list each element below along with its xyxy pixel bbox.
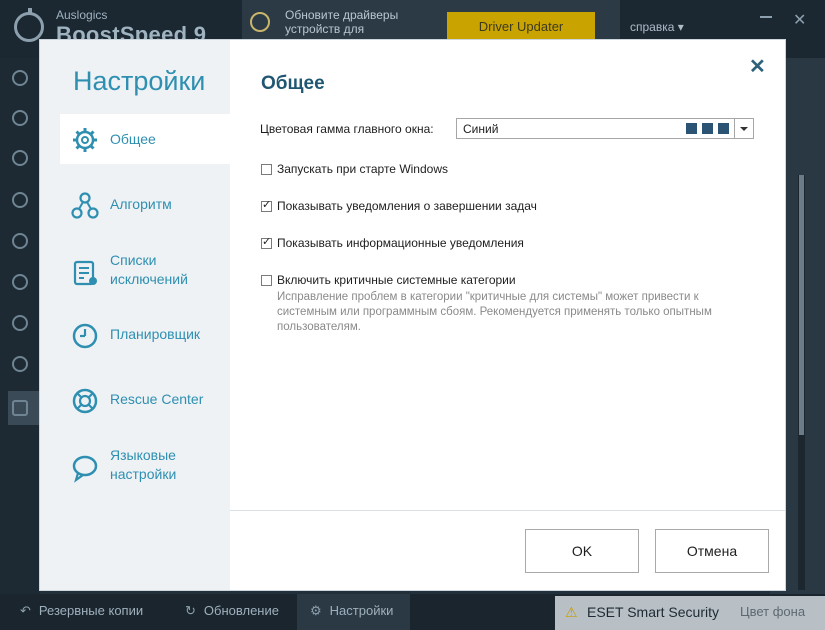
algorithm-icon	[71, 192, 99, 219]
info-notifications-label[interactable]: Показывать информационные уведомления	[277, 236, 524, 250]
background-scrollbar-thumb[interactable]	[799, 175, 804, 435]
driver-updater-button[interactable]: Driver Updater	[447, 12, 595, 42]
minimize-icon[interactable]	[760, 16, 772, 18]
rail-shield-icon[interactable]	[12, 150, 28, 166]
startup-checkbox-label[interactable]: Запускать при старте Windows	[277, 162, 448, 176]
eset-label: ESET Smart Security	[587, 604, 720, 620]
refresh-icon: ↻	[185, 603, 196, 618]
critical-categories-hint: Исправление проблем в категории "критичн…	[277, 291, 712, 333]
rail-loading-icon[interactable]	[12, 356, 28, 372]
backups-label: Резервные копии	[38, 603, 144, 618]
nav-algorithm[interactable]: Алгоритм	[60, 180, 230, 230]
color-scheme-select[interactable]: Синий	[456, 118, 754, 139]
rail-tools-icon[interactable]	[12, 315, 28, 331]
update-button[interactable]: ↻ Обновление	[185, 603, 279, 619]
brand-small-label: Auslogics	[56, 8, 108, 22]
back-arrow-icon: ↶	[20, 603, 31, 618]
window-close-icon[interactable]: ✕	[793, 10, 806, 30]
stopwatch-logo-icon	[14, 8, 44, 42]
close-icon[interactable]: ✕	[749, 54, 766, 79]
cancel-button[interactable]: Отмена	[655, 529, 769, 573]
info-notifications-checkbox[interactable]: ✓	[261, 236, 272, 249]
update-label: Обновление	[203, 603, 279, 618]
nav-exclusions[interactable]: Списки исключений	[60, 245, 230, 305]
lightbulb-icon	[250, 12, 270, 32]
help-menu[interactable]: справка ▾	[630, 20, 684, 34]
task-notifications-checkbox[interactable]: ✓	[261, 199, 272, 212]
settings-label: Настройки	[329, 603, 394, 618]
eset-sub-label: Цвет фона	[740, 604, 806, 619]
gear-icon	[73, 128, 97, 152]
color-swatch	[702, 123, 713, 134]
settings-sidebar: Настройки Общее Алгоритм Списки исключен…	[40, 40, 230, 590]
task-notifications-label[interactable]: Показывать уведомления о завершении зада…	[277, 199, 537, 213]
settings-content: ✕ Общее Цветовая гамма главного окна: Си…	[230, 40, 785, 590]
section-title: Общее	[261, 73, 325, 94]
rail-dashboard-icon[interactable]	[12, 70, 28, 86]
rail-windows-icon[interactable]	[12, 233, 28, 249]
nav-algorithm-label: Алгоритм	[110, 196, 172, 212]
checkmark-icon: ✓	[262, 236, 272, 248]
speech-bubble-icon	[72, 455, 98, 483]
footer-divider	[230, 510, 785, 511]
settings-button[interactable]: ⚙ Настройки	[310, 603, 393, 619]
nav-rescue-center-label: Rescue Center	[110, 391, 204, 407]
promo-text: Обновите драйверы устройств для	[285, 8, 399, 36]
lifebuoy-icon	[72, 388, 98, 414]
settings-title: Настройки	[73, 66, 206, 96]
nav-scheduler[interactable]: Планировщик	[60, 310, 230, 360]
backups-button[interactable]: ↶ Резервные копии	[20, 603, 143, 619]
rail-search-icon[interactable]	[12, 110, 28, 126]
gear-icon: ⚙	[310, 603, 322, 618]
color-swatch	[718, 123, 729, 134]
chevron-down-icon[interactable]	[734, 119, 753, 138]
critical-categories-label[interactable]: Включить критичные системные категории	[277, 273, 516, 287]
ok-button[interactable]: OK	[525, 529, 639, 573]
settings-dialog: Настройки Общее Алгоритм Списки исключен…	[40, 40, 785, 590]
nav-language[interactable]: Языковые настройки	[60, 440, 230, 500]
clock-icon	[72, 323, 98, 349]
startup-checkbox[interactable]	[261, 164, 272, 175]
nav-language-label: Языковые настройки	[110, 447, 177, 482]
checkmark-icon: ✓	[262, 199, 272, 211]
color-swatch	[686, 123, 697, 134]
rail-speed-icon[interactable]	[12, 274, 28, 290]
color-scheme-label: Цветовая гамма главного окна:	[260, 122, 434, 136]
rail-check-icon[interactable]	[12, 192, 28, 208]
nav-rescue-center[interactable]: Rescue Center	[60, 375, 230, 425]
nav-exclusions-label: Списки исключений	[110, 252, 188, 287]
color-scheme-value: Синий	[463, 122, 499, 136]
exclusions-list-icon	[73, 260, 97, 286]
nav-scheduler-label: Планировщик	[110, 326, 201, 342]
nav-general[interactable]: Общее	[60, 114, 230, 164]
warning-icon: ⚠	[565, 604, 578, 620]
critical-categories-checkbox[interactable]	[261, 275, 272, 286]
rail-briefcase-icon[interactable]	[12, 400, 28, 416]
nav-general-label: Общее	[110, 131, 156, 147]
